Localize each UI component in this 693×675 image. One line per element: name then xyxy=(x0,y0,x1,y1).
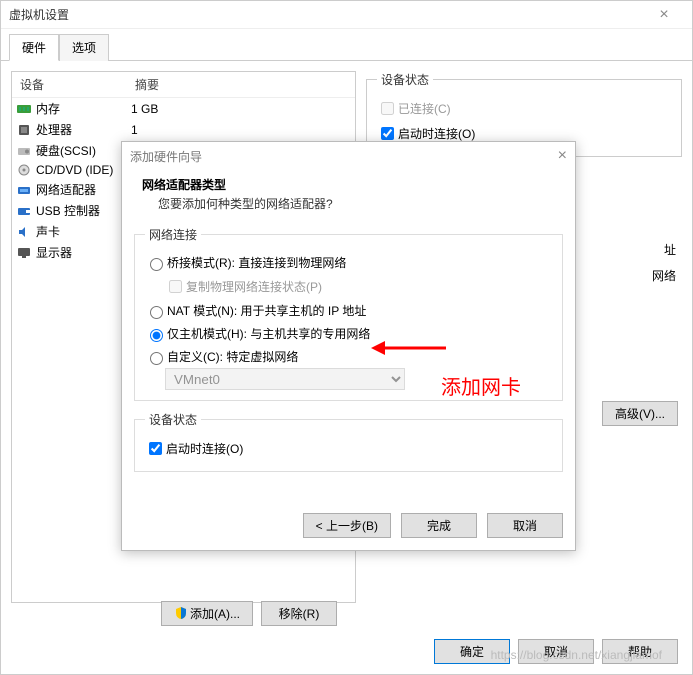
occluded-text-1: 址 xyxy=(664,241,676,258)
wizard-titlebar: 添加硬件向导 × xyxy=(122,142,575,170)
device-label: 网络适配器 xyxy=(36,181,131,198)
wizard-connect-on-power-label: 启动时连接(O) xyxy=(166,440,243,457)
device-summary: 1 GB xyxy=(131,102,158,116)
add-hardware-button[interactable]: 添加(A)... xyxy=(161,601,253,626)
custom-radio[interactable] xyxy=(150,352,163,365)
wizard-heading: 网络适配器类型 xyxy=(142,176,555,193)
hostonly-label: 仅主机模式(H): 与主机共享的专用网络 xyxy=(167,325,370,342)
device-list-buttons: 添加(A)... 移除(R) xyxy=(161,601,337,626)
vm-settings-window: 虚拟机设置 × 硬件 选项 设备 摘要 内存 1 GB 处理器 1 xyxy=(0,0,693,675)
right-buttons: 高级(V)... xyxy=(602,401,678,426)
cpu-icon xyxy=(16,123,32,137)
tab-options[interactable]: 选项 xyxy=(59,34,109,61)
wizard-cancel-button[interactable]: 取消 xyxy=(487,513,563,538)
device-label: 处理器 xyxy=(36,121,131,138)
connected-row: 已连接(C) xyxy=(377,96,671,121)
bridge-radio[interactable] xyxy=(150,258,163,271)
tab-strip: 硬件 选项 xyxy=(1,29,692,61)
tab-hardware[interactable]: 硬件 xyxy=(9,34,59,61)
device-label: 硬盘(SCSI) xyxy=(36,142,131,159)
connect-on-power-label: 启动时连接(O) xyxy=(398,125,475,142)
bridge-copy-label: 复制物理网络连接状态(P) xyxy=(186,278,322,295)
sound-icon xyxy=(16,225,32,239)
advanced-button[interactable]: 高级(V)... xyxy=(602,401,678,426)
help-button[interactable]: 帮助 xyxy=(602,639,678,664)
display-icon xyxy=(16,246,32,260)
custom-label: 自定义(C): 特定虚拟网络 xyxy=(167,348,298,365)
wizard-connect-on-power-checkbox[interactable] xyxy=(149,442,162,455)
wizard-buttons: < 上一步(B) 完成 取消 xyxy=(303,513,563,538)
memory-icon xyxy=(16,102,32,116)
wizard-body: 网络连接 桥接模式(R): 直接连接到物理网络 复制物理网络连接状态(P) NA… xyxy=(122,222,575,486)
back-button[interactable]: < 上一步(B) xyxy=(303,513,391,538)
wizard-device-status-group: 设备状态 启动时连接(O) xyxy=(134,411,563,472)
col-summary-header: 摘要 xyxy=(135,76,347,93)
bridge-copy-checkbox xyxy=(169,280,182,293)
device-label: 内存 xyxy=(36,100,131,117)
close-icon[interactable]: × xyxy=(644,6,684,24)
col-device-header: 设备 xyxy=(20,76,135,93)
cancel-button[interactable]: 取消 xyxy=(518,639,594,664)
device-row-memory[interactable]: 内存 1 GB xyxy=(12,98,355,119)
device-label: 显示器 xyxy=(36,244,131,261)
hostonly-row[interactable]: 仅主机模式(H): 与主机共享的专用网络 xyxy=(145,322,552,345)
wizard-title: 添加硬件向导 xyxy=(130,148,202,165)
hostonly-radio[interactable] xyxy=(150,329,163,342)
connect-on-power-checkbox[interactable] xyxy=(381,127,394,140)
disk-icon xyxy=(16,144,32,158)
device-row-cpu[interactable]: 处理器 1 xyxy=(12,119,355,140)
connected-label: 已连接(C) xyxy=(398,100,451,117)
wizard-device-status-legend: 设备状态 xyxy=(145,411,201,428)
add-hardware-wizard: 添加硬件向导 × 网络适配器类型 您要添加何种类型的网络适配器? 网络连接 桥接… xyxy=(121,141,576,551)
wizard-connect-on-power-row: 启动时连接(O) xyxy=(145,436,552,461)
bridge-row[interactable]: 桥接模式(R): 直接连接到物理网络 xyxy=(145,251,552,274)
wizard-close-icon[interactable]: × xyxy=(558,147,567,165)
device-label: CD/DVD (IDE) xyxy=(36,163,131,177)
network-connection-legend: 网络连接 xyxy=(145,226,201,243)
bridge-label: 桥接模式(R): 直接连接到物理网络 xyxy=(167,254,346,271)
nat-radio[interactable] xyxy=(150,306,163,319)
remove-hardware-button[interactable]: 移除(R) xyxy=(261,601,337,626)
device-label: 声卡 xyxy=(36,223,131,240)
device-label: USB 控制器 xyxy=(36,202,131,219)
device-list-header: 设备 摘要 xyxy=(12,72,355,98)
cd-icon xyxy=(16,163,32,177)
custom-vmnet-select: VMnet0 xyxy=(165,368,405,390)
network-icon xyxy=(16,183,32,197)
nat-row[interactable]: NAT 模式(N): 用于共享主机的 IP 地址 xyxy=(145,299,552,322)
connected-checkbox xyxy=(381,102,394,115)
shield-icon xyxy=(174,606,188,620)
bridge-copy-row: 复制物理网络连接状态(P) xyxy=(165,274,552,299)
wizard-subheading: 您要添加何种类型的网络适配器? xyxy=(142,193,555,212)
wizard-header: 网络适配器类型 您要添加何种类型的网络适配器? xyxy=(122,170,575,222)
network-connection-group: 网络连接 桥接模式(R): 直接连接到物理网络 复制物理网络连接状态(P) NA… xyxy=(134,226,563,401)
dialog-buttons: 确定 取消 帮助 xyxy=(434,639,678,664)
ok-button[interactable]: 确定 xyxy=(434,639,510,664)
finish-button[interactable]: 完成 xyxy=(401,513,477,538)
usb-icon xyxy=(16,204,32,218)
window-title: 虚拟机设置 xyxy=(9,6,69,23)
titlebar: 虚拟机设置 × xyxy=(1,1,692,29)
device-summary: 1 xyxy=(131,123,138,137)
nat-label: NAT 模式(N): 用于共享主机的 IP 地址 xyxy=(167,302,366,319)
occluded-text-2: 网络 xyxy=(652,267,676,284)
custom-row[interactable]: 自定义(C): 特定虚拟网络 xyxy=(145,345,552,368)
device-status-legend: 设备状态 xyxy=(377,71,433,88)
